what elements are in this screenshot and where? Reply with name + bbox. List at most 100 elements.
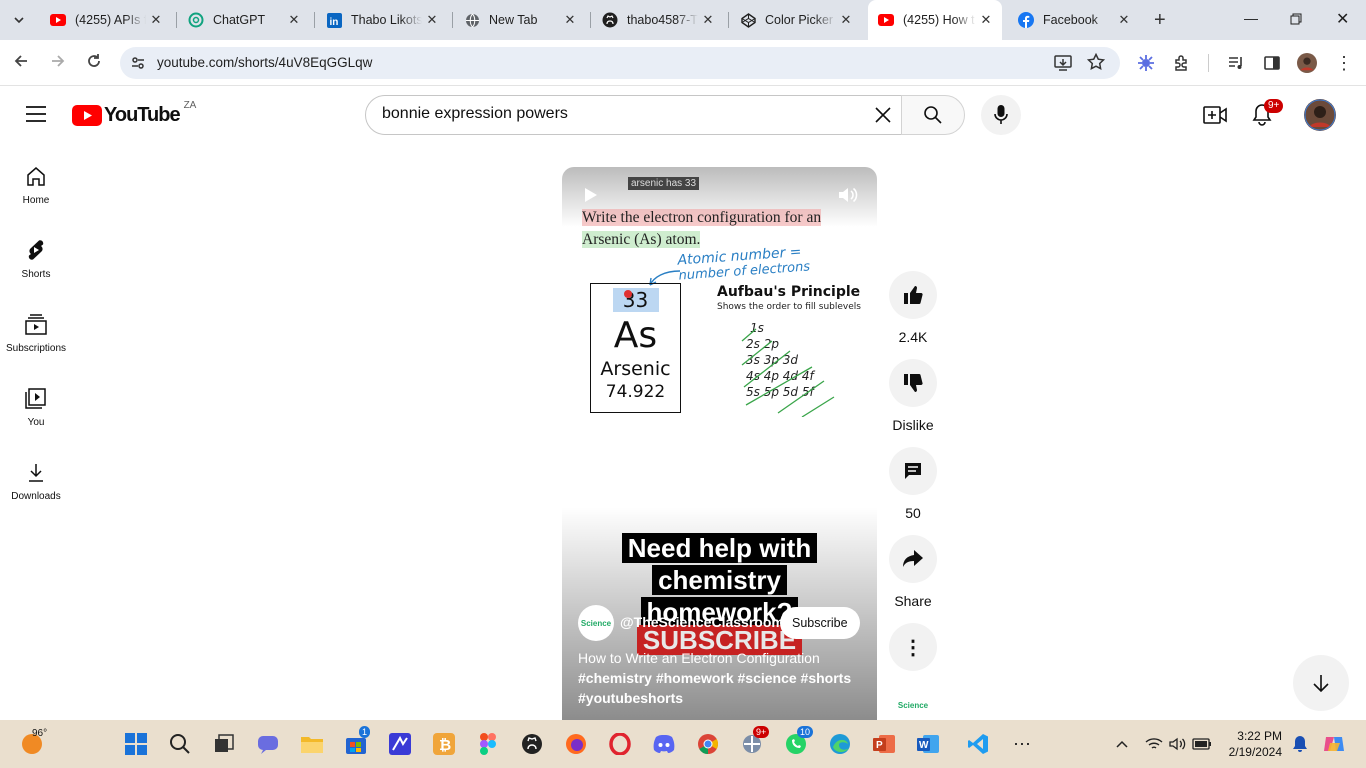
chrome-icon[interactable] [696, 732, 720, 756]
figma-icon[interactable] [476, 732, 500, 756]
comments-action[interactable]: 50 [889, 447, 937, 521]
subscribe-button[interactable]: Subscribe [780, 607, 860, 639]
close-tab-icon[interactable]: ✕ [284, 12, 304, 28]
channel-name[interactable]: @TheScienceClassroom [620, 614, 784, 630]
volume-button[interactable] [838, 186, 858, 209]
close-tab-icon[interactable]: ✕ [422, 12, 442, 28]
play-icon [585, 188, 597, 202]
search-box[interactable] [365, 95, 902, 135]
guide-subscriptions[interactable]: Subscriptions [0, 313, 72, 354]
share-action[interactable]: Share [889, 535, 937, 609]
notifications-button[interactable]: 9+ [1252, 99, 1284, 132]
notification-badge: 9+ [1264, 99, 1284, 113]
browser-menu-icon[interactable]: ⋮ [1334, 53, 1354, 73]
tab-youtube-active[interactable]: (4255) How t ✕ [868, 0, 1002, 40]
guide-home[interactable]: Home [0, 165, 72, 206]
account-avatar[interactable] [1304, 99, 1336, 136]
discord-icon[interactable] [652, 732, 676, 756]
volume-tray-icon[interactable] [1166, 732, 1190, 756]
channel-avatar[interactable]: Science [578, 605, 614, 641]
taskbar-search-button[interactable] [168, 732, 192, 756]
guide-shorts[interactable]: Shorts [0, 239, 72, 280]
teams-chat-icon[interactable] [256, 732, 280, 756]
dislike-action[interactable]: Dislike [889, 359, 937, 433]
battery-icon[interactable] [1190, 732, 1214, 756]
tab-linkedin[interactable]: in Thabo Likots ✕ [316, 6, 448, 34]
more-button[interactable]: ⋮ [889, 623, 937, 671]
word-icon[interactable]: W [916, 732, 940, 756]
microsoft-store-icon[interactable]: 1 [344, 726, 371, 756]
site-info-icon[interactable] [130, 55, 146, 76]
close-tab-icon[interactable]: ✕ [976, 12, 996, 28]
weather-temp: 96° [32, 728, 48, 739]
close-window-button[interactable]: ✕ [1336, 9, 1349, 29]
tab-github[interactable]: thabo4587-T ✕ [592, 6, 724, 34]
clock[interactable]: 3:22 PM 2/19/2024 [1226, 728, 1282, 760]
tab-youtube-apis[interactable]: (4255) APIs f ✕ [40, 6, 172, 34]
restore-button[interactable] [1290, 12, 1302, 28]
short-video-player[interactable]: arsenic has 33 Write the electron config… [562, 167, 877, 720]
like-button[interactable] [889, 271, 937, 319]
sound-source-avatar[interactable]: Science [893, 695, 933, 720]
firefox-icon[interactable] [564, 732, 588, 756]
tab-facebook[interactable]: Facebook ✕ [1008, 6, 1140, 34]
voice-search-button[interactable] [981, 95, 1021, 135]
next-video-button[interactable] [1293, 655, 1349, 711]
short-description[interactable]: How to Write an Electron Configuration #… [578, 648, 868, 708]
whatsapp-icon[interactable]: 10 [784, 726, 814, 756]
profile-avatar[interactable] [1297, 53, 1317, 73]
browser-toolbar: youtube.com/shorts/4uV8EqGGLqw ⋮ [0, 40, 1366, 86]
guide-you[interactable]: You [0, 387, 72, 428]
file-explorer-icon[interactable] [300, 732, 324, 756]
youtube-logo[interactable]: YouTube ZA [72, 100, 196, 127]
forward-button[interactable] [50, 53, 66, 74]
bookmark-star-icon[interactable] [1086, 52, 1106, 76]
close-tab-icon[interactable]: ✕ [698, 12, 718, 28]
copilot-icon[interactable] [1322, 732, 1346, 756]
tab-search-button[interactable] [2, 6, 38, 34]
vector-app-icon[interactable] [388, 732, 412, 756]
new-tab-button[interactable]: + [1148, 6, 1176, 34]
start-button[interactable] [124, 732, 148, 756]
search-button[interactable] [901, 95, 965, 135]
like-action[interactable]: 2.4K [889, 271, 937, 345]
comments-button[interactable] [889, 447, 937, 495]
share-button[interactable] [889, 535, 937, 583]
create-button[interactable] [1203, 104, 1227, 131]
opera-icon[interactable] [608, 732, 632, 756]
media-controls-icon[interactable] [1226, 53, 1246, 73]
more-apps-icon[interactable]: ⋯ [1010, 732, 1034, 756]
extensions-icon[interactable] [1172, 53, 1192, 73]
chrome-extension-app-icon[interactable]: 9+ [740, 726, 770, 756]
tab-new-tab[interactable]: New Tab ✕ [454, 6, 586, 34]
notification-bell-icon[interactable] [1288, 732, 1312, 756]
close-tab-icon[interactable]: ✕ [560, 12, 580, 28]
clear-search-icon[interactable] [873, 105, 893, 130]
guide-downloads[interactable]: Downloads [0, 461, 72, 502]
reload-button[interactable] [86, 53, 102, 74]
wifi-icon[interactable] [1142, 732, 1166, 756]
more-actions[interactable]: ⋮ [889, 623, 937, 671]
minimize-button[interactable]: — [1244, 10, 1258, 26]
vscode-icon[interactable] [966, 732, 990, 756]
search-input[interactable] [382, 105, 862, 123]
show-hidden-icons-chevron[interactable] [1110, 732, 1134, 756]
close-tab-icon[interactable]: ✕ [146, 12, 166, 28]
task-view-button[interactable] [212, 732, 236, 756]
back-button[interactable] [13, 53, 29, 74]
play-button[interactable] [584, 187, 598, 208]
dislike-button[interactable] [889, 359, 937, 407]
edge-icon[interactable] [828, 732, 852, 756]
hamburger-menu-icon[interactable] [26, 106, 46, 127]
close-tab-icon[interactable]: ✕ [1114, 12, 1134, 28]
powerpoint-icon[interactable]: P [872, 732, 896, 756]
address-bar[interactable]: youtube.com/shorts/4uV8EqGGLqw [120, 47, 1120, 79]
close-tab-icon[interactable]: ✕ [836, 12, 856, 28]
extension-puzzle-color-icon[interactable] [1136, 53, 1156, 73]
bitcoin-app-icon[interactable]: ₿ [432, 732, 456, 756]
github-desktop-icon[interactable] [520, 732, 544, 756]
side-panel-icon[interactable] [1262, 53, 1282, 73]
install-app-icon[interactable] [1054, 54, 1072, 77]
tab-color-picker[interactable]: Color Picker ✕ [730, 6, 862, 34]
tab-chatgpt[interactable]: ChatGPT ✕ [178, 6, 310, 34]
